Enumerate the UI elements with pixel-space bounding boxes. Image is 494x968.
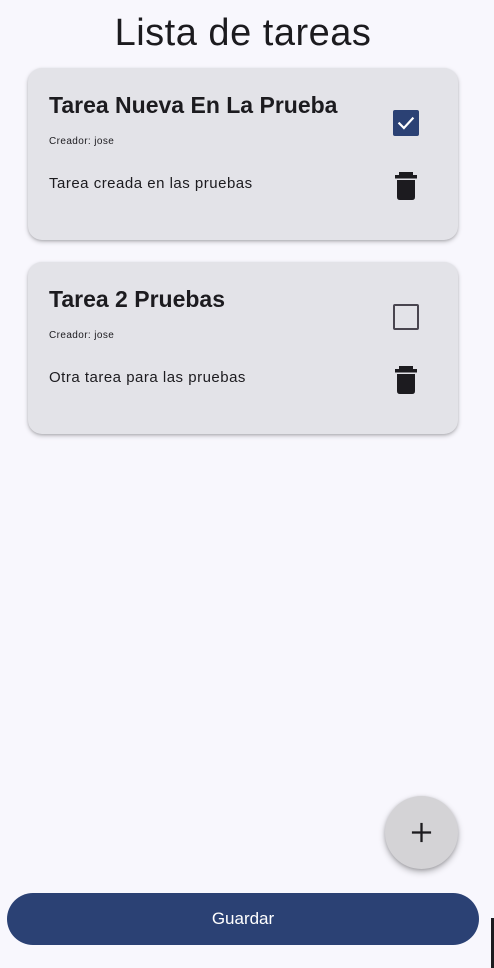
task-completed-checkbox[interactable] bbox=[393, 304, 419, 330]
task-card: Tarea Nueva En La Prueba Creador: jose T… bbox=[28, 68, 458, 240]
page-title: Lista de tareas bbox=[114, 12, 372, 54]
creator-name: jose bbox=[94, 136, 115, 147]
task-card: Tarea 2 Pruebas Creador: jose Otra tarea… bbox=[28, 262, 458, 434]
save-button[interactable]: Guardar bbox=[7, 893, 479, 945]
trash-icon bbox=[395, 172, 417, 200]
creator-prefix: Creador: bbox=[49, 136, 95, 147]
task-list: Tarea Nueva En La Prueba Creador: jose T… bbox=[28, 68, 458, 456]
task-completed-checkbox[interactable] bbox=[393, 110, 419, 136]
check-icon bbox=[397, 116, 415, 130]
trash-icon bbox=[395, 366, 417, 394]
task-title: Tarea 2 Pruebas bbox=[49, 286, 226, 312]
plus-icon bbox=[411, 822, 432, 843]
task-description: Tarea creada en las pruebas bbox=[49, 175, 253, 192]
task-creator: Creador: jose bbox=[49, 136, 114, 147]
task-description: Otra tarea para las pruebas bbox=[49, 369, 246, 386]
task-title: Tarea Nueva En La Prueba bbox=[49, 92, 338, 118]
task-creator: Creador: jose bbox=[49, 330, 114, 341]
delete-button[interactable] bbox=[394, 172, 418, 200]
add-task-button[interactable] bbox=[385, 796, 458, 869]
delete-button[interactable] bbox=[394, 366, 418, 394]
creator-name: jose bbox=[94, 330, 115, 341]
creator-prefix: Creador: bbox=[49, 330, 95, 341]
